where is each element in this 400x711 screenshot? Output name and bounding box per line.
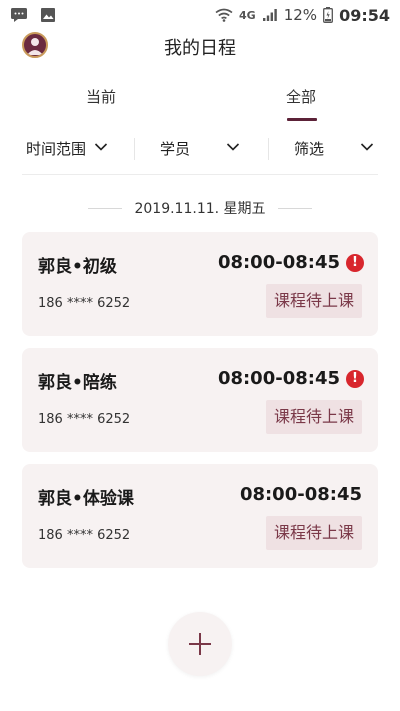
network-type: 4G (239, 8, 256, 22)
clock: 09:54 (339, 5, 390, 25)
course-time: 08:00-08:45 (217, 252, 340, 273)
status-bar: 4G 12% 09:54 (0, 0, 400, 30)
status-badge[interactable]: 课程待上课 (265, 284, 362, 318)
alert-icon: ! (346, 254, 364, 272)
active-tab-indicator (287, 118, 317, 121)
status-badge[interactable]: 课程待上课 (265, 516, 362, 550)
tab-bar: 当前 全部 (0, 80, 400, 122)
filter-bar: 时间范围 学员 筛选 (0, 132, 400, 168)
status-left (10, 7, 56, 23)
filter-time-range[interactable]: 时间范围 (26, 138, 86, 159)
student-phone: 186 **** 6252 (38, 296, 131, 311)
tab-current[interactable]: 当前 (86, 86, 116, 107)
status-right: 4G 12% 09:54 (215, 6, 390, 25)
wifi-icon (215, 8, 233, 22)
app-header: 我的日程 (0, 30, 400, 64)
schedule-card[interactable]: 郭良•初级 08:00-08:45 ! 186 **** 6252 课程待上课 (22, 232, 378, 336)
course-time: 08:00-08:45 (239, 484, 362, 505)
schedule-card[interactable]: 郭良•陪练 08:00-08:45 ! 186 **** 6252 课程待上课 (22, 348, 378, 452)
date-separator: 2019.11.11. 星期五 (0, 198, 400, 218)
status-badge[interactable]: 课程待上课 (265, 400, 362, 434)
course-name: 郭良•陪练 (38, 373, 117, 393)
filter-divider (268, 138, 269, 160)
tab-all[interactable]: 全部 (286, 86, 316, 107)
date-label: 2019.11.11. 星期五 (134, 201, 266, 217)
add-schedule-button[interactable] (168, 612, 232, 676)
course-time: 08:00-08:45 (217, 368, 340, 389)
plus-icon (199, 633, 201, 655)
date-line-right (278, 208, 312, 209)
chevron-down-icon[interactable] (94, 142, 108, 152)
image-icon (41, 8, 55, 22)
course-name: 郭良•体验课 (38, 489, 134, 509)
page-title: 我的日程 (164, 38, 236, 59)
alert-icon: ! (346, 370, 364, 388)
student-phone: 186 **** 6252 (38, 528, 131, 543)
chevron-down-icon[interactable] (226, 142, 240, 152)
chevron-down-icon[interactable] (360, 142, 374, 152)
filter-divider (134, 138, 135, 160)
student-phone: 186 **** 6252 (38, 412, 131, 427)
filter-screen[interactable]: 筛选 (294, 138, 324, 159)
filter-student[interactable]: 学员 (160, 138, 190, 159)
battery-icon (323, 7, 334, 23)
battery-percent: 12% (283, 6, 318, 24)
course-name: 郭良•初级 (38, 257, 117, 277)
signal-icon (262, 9, 277, 21)
filter-divider-line (22, 174, 378, 175)
message-icon (11, 8, 27, 22)
schedule-card[interactable]: 郭良•体验课 08:00-08:45 186 **** 6252 课程待上课 (22, 464, 378, 568)
